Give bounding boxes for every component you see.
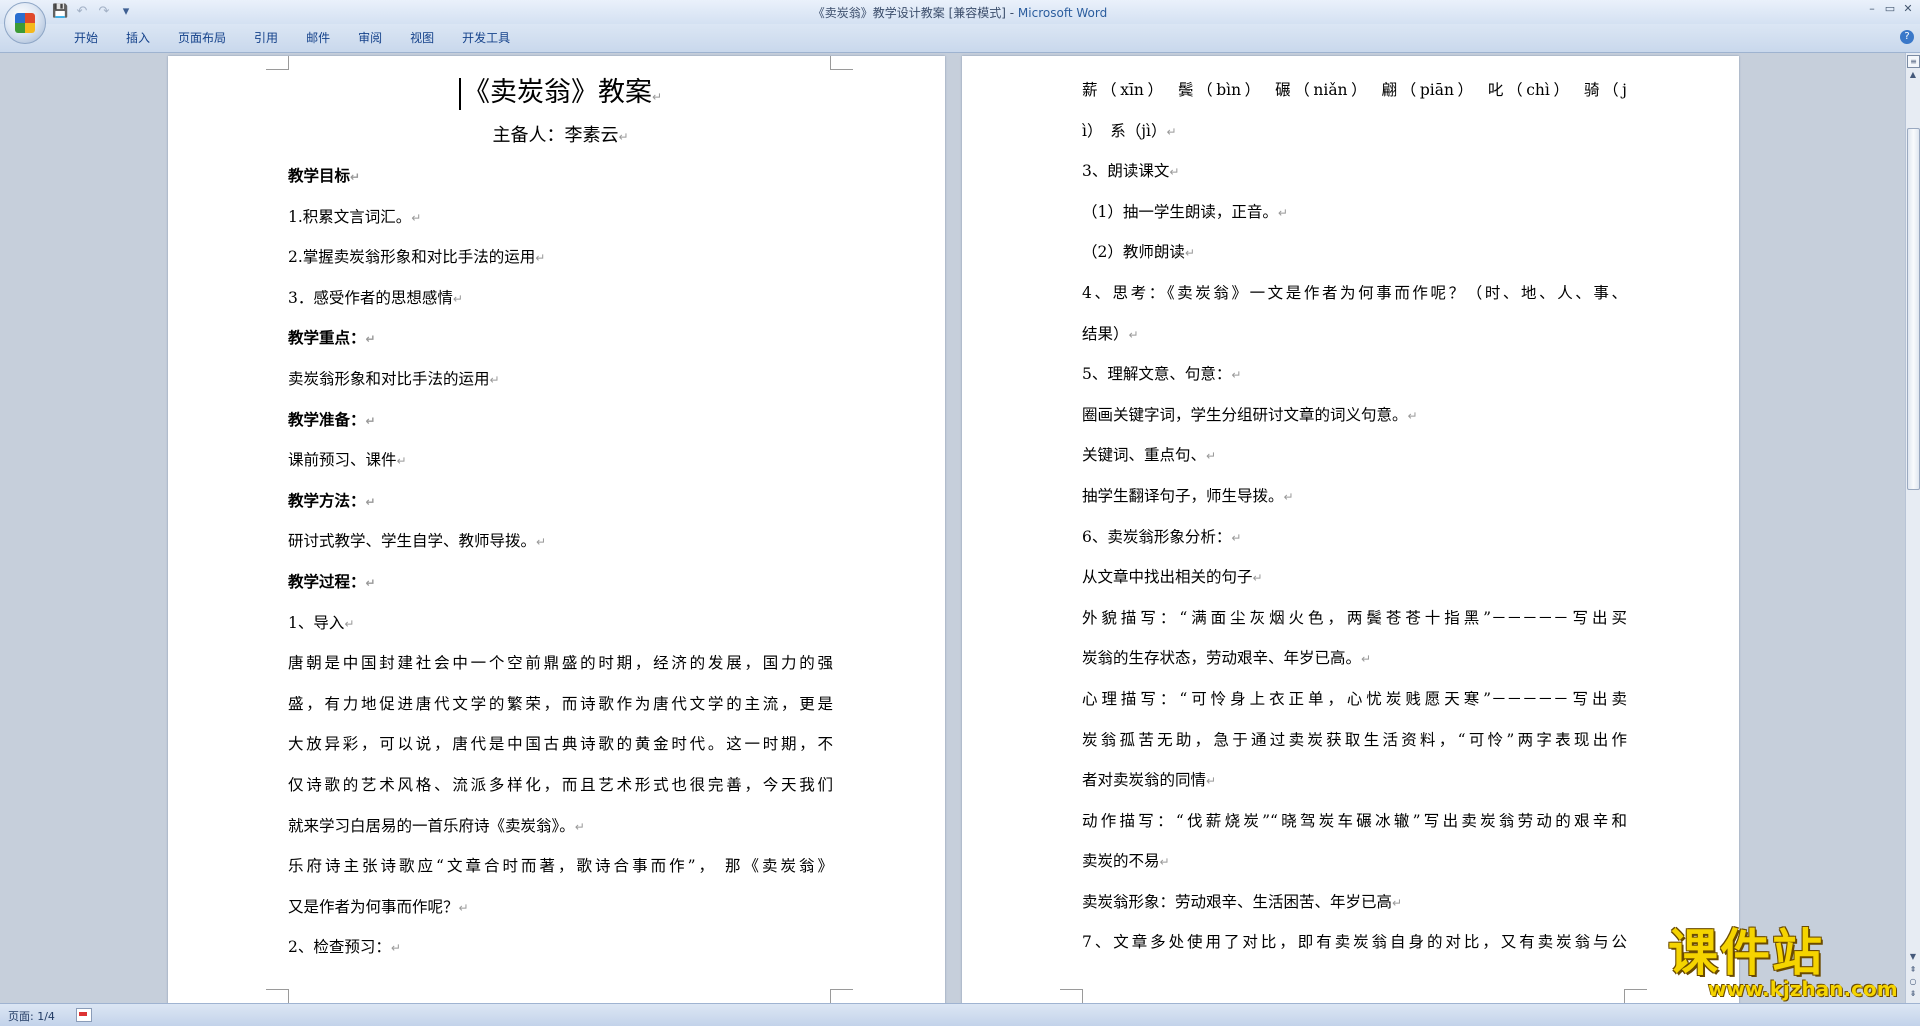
office-logo-icon bbox=[15, 13, 35, 33]
paragraph-line[interactable]: （2）教师朗读↵ bbox=[1082, 232, 1627, 273]
crop-mark bbox=[1060, 989, 1083, 1004]
crop-mark bbox=[266, 56, 289, 70]
page-number-status[interactable]: 页面: 1/4 bbox=[8, 1008, 55, 1024]
page-2-content[interactable]: 薪（xīn） 鬓（bìn） 碾（niǎn） 翩（piān） 叱（chì） 骑（j… bbox=[1082, 70, 1627, 963]
paragraph-line[interactable]: 大放异彩，可以说，唐代是中国古典诗歌的黄金时代。这一时期，不 bbox=[288, 724, 833, 765]
paragraph-line[interactable]: 抽学生翻译句子，师生导拨。↵ bbox=[1082, 476, 1627, 517]
next-page-icon[interactable]: ⇟ bbox=[1908, 989, 1918, 999]
paragraph-line[interactable]: 仅诗歌的艺术风格、流派多样化，而且艺术形式也很完善，今天我们 bbox=[288, 765, 833, 806]
crop-mark bbox=[830, 56, 853, 70]
maximize-button[interactable]: ▭ bbox=[1884, 2, 1896, 15]
status-bar: 页面: 1/4 bbox=[0, 1003, 1920, 1026]
text-cursor bbox=[458, 77, 461, 110]
minimize-button[interactable]: – bbox=[1866, 2, 1878, 15]
office-button[interactable] bbox=[4, 2, 46, 44]
paragraph-line[interactable]: 外貌描写：“满面尘灰烟火色，两鬓苍苍十指黑”－－－－－写出买 bbox=[1082, 598, 1627, 639]
paragraph-line[interactable]: 卖炭翁形象：劳动艰辛、生活困苦、年岁已高↵ bbox=[1082, 882, 1627, 923]
paragraph-line[interactable]: 就来学习白居易的一首乐府诗《卖炭翁》。↵ bbox=[288, 806, 833, 847]
ribbon-tab[interactable]: 页面布局 bbox=[164, 30, 240, 46]
language-icon[interactable] bbox=[76, 1008, 92, 1022]
paragraph-line[interactable]: ì） 系（jì）↵ bbox=[1082, 111, 1627, 152]
watermark-name: 课件站 bbox=[1668, 924, 1824, 982]
watermark-url: www.kjzhan.com bbox=[1708, 977, 1898, 1001]
crop-mark bbox=[830, 989, 853, 1004]
document-author[interactable]: 主备人：李素云↵ bbox=[288, 116, 833, 156]
ribbon-tabs-bar: 开始 插入 页面布局 引用 邮件 审阅 视图 开发工具 ? bbox=[0, 24, 1920, 53]
paragraph-line[interactable]: 3、朗读课文↵ bbox=[1082, 151, 1627, 192]
paragraph-line[interactable]: 4、思考：《卖炭翁》一文是作者为何事而作呢？（时、地、人、事、 bbox=[1082, 273, 1627, 314]
scroll-thumb[interactable] bbox=[1907, 128, 1920, 490]
ribbon-tab[interactable]: 审阅 bbox=[344, 30, 396, 46]
paragraph-line[interactable]: 教学目标↵ bbox=[288, 156, 833, 197]
document-name: 《卖炭翁》教学设计教案 [兼容模式] - bbox=[812, 6, 1018, 20]
paragraph-line[interactable]: 炭翁的生存状态，劳动艰辛、年岁已高。↵ bbox=[1082, 638, 1627, 679]
paragraph-line[interactable]: 心理描写：“可怜身上衣正单，心忧炭贱愿天寒”－－－－－写出卖 bbox=[1082, 679, 1627, 720]
paragraph-line[interactable]: 炭翁孤苦无助，急于通过卖炭获取生活资料，“可怜”两字表现出作 bbox=[1082, 720, 1627, 761]
paragraph-line[interactable]: 7、文章多处使用了对比，即有卖炭翁自身的对比，又有卖炭翁与公 bbox=[1082, 922, 1627, 963]
paragraph-line[interactable]: 2、检查预习：↵ bbox=[288, 927, 833, 968]
paragraph-line[interactable]: （1）抽一学生朗读，正音。↵ bbox=[1082, 192, 1627, 233]
paragraph-line[interactable]: 课前预习、课件↵ bbox=[288, 440, 833, 481]
previous-page-icon[interactable]: ⇞ bbox=[1908, 965, 1918, 975]
window-controls: – ▭ ✕ bbox=[1866, 2, 1914, 15]
paragraph-line[interactable]: 5、理解文意、句意：↵ bbox=[1082, 354, 1627, 395]
paragraph-line[interactable]: 者对卖炭翁的同情↵ bbox=[1082, 760, 1627, 801]
page-1-content[interactable]: 《卖炭翁》教案↵ 主备人：李素云↵ 教学目标↵ 1.积累文言词汇。↵ 2.掌握卖炭翁… bbox=[288, 70, 833, 968]
crop-mark bbox=[1624, 989, 1647, 1004]
paragraph-line[interactable]: 从文章中找出相关的句子↵ bbox=[1082, 557, 1627, 598]
watermark-logo: 课件站 www.kjzhan.com bbox=[1668, 925, 1904, 1001]
paragraph-line[interactable]: 结果）↵ bbox=[1082, 314, 1627, 355]
paragraph-line[interactable]: 薪（xīn） 鬓（bìn） 碾（niǎn） 翩（piān） 叱（chì） 骑（j bbox=[1082, 70, 1627, 111]
close-button[interactable]: ✕ bbox=[1902, 2, 1914, 15]
paragraph-line[interactable]: 动作描写：“伐薪烧炭”“晓驾炭车碾冰辙”写出卖炭翁劳动的艰辛和 bbox=[1082, 801, 1627, 842]
page-2[interactable]: 薪（xīn） 鬓（bìn） 碾（niǎn） 翩（piān） 叱（chì） 骑（j… bbox=[962, 56, 1739, 1006]
paragraph-line[interactable]: 又是作者为何事而作呢？↵ bbox=[288, 887, 833, 928]
paragraph-line[interactable]: 教学重点：↵ bbox=[288, 318, 833, 359]
paragraph-line[interactable]: 卖炭翁形象和对比手法的运用↵ bbox=[288, 359, 833, 400]
ribbon-tab[interactable]: 插入 bbox=[112, 30, 164, 46]
paragraph-line[interactable]: 乐府诗主张诗歌应“文章合时而著，歌诗合事而作”， 那《卖炭翁》 bbox=[288, 846, 833, 887]
document-workspace: 《卖炭翁》教案↵ 主备人：李素云↵ 教学目标↵ 1.积累文言词汇。↵ 2.掌握卖炭翁… bbox=[0, 53, 1906, 1006]
scroll-up-icon[interactable]: ▲ bbox=[1907, 69, 1919, 81]
vertical-scrollbar[interactable]: ≡ ▲ ▼ ⇞ ○ ⇟ bbox=[1905, 53, 1920, 1003]
paragraph-line[interactable]: 圈画关键字词，学生分组研讨文章的词义句意。↵ bbox=[1082, 395, 1627, 436]
select-browse-object-icon[interactable]: ○ bbox=[1908, 977, 1918, 987]
help-icon[interactable]: ? bbox=[1900, 30, 1914, 44]
paragraph-line[interactable]: 关键词、重点句、↵ bbox=[1082, 435, 1627, 476]
app-name: Microsoft Word bbox=[1017, 6, 1108, 20]
paragraph-line[interactable]: 唐朝是中国封建社会中一个空前鼎盛的时期，经济的发展，国力的强 bbox=[288, 643, 833, 684]
paragraph-line[interactable]: 2.掌握卖炭翁形象和对比手法的运用↵ bbox=[288, 237, 833, 278]
page-1[interactable]: 《卖炭翁》教案↵ 主备人：李素云↵ 教学目标↵ 1.积累文言词汇。↵ 2.掌握卖炭翁… bbox=[168, 56, 945, 1006]
paragraph-line[interactable]: 1、导入↵ bbox=[288, 603, 833, 644]
view-ruler-icon[interactable]: ≡ bbox=[1907, 55, 1920, 68]
ribbon-tab[interactable]: 视图 bbox=[396, 30, 448, 46]
paragraph-line[interactable]: 教学过程：↵ bbox=[288, 562, 833, 603]
crop-mark bbox=[266, 989, 289, 1004]
paragraph-line[interactable]: 1.积累文言词汇。↵ bbox=[288, 197, 833, 238]
ribbon-tab[interactable]: 引用 bbox=[240, 30, 292, 46]
ribbon-tab[interactable]: 邮件 bbox=[292, 30, 344, 46]
ribbon-tab[interactable]: 开发工具 bbox=[448, 30, 524, 46]
ribbon-tabs: 开始 插入 页面布局 引用 邮件 审阅 视图 开发工具 bbox=[60, 30, 524, 46]
scroll-down-icon[interactable]: ▼ bbox=[1907, 951, 1919, 963]
paragraph-line[interactable]: 3．感受作者的思想感情↵ bbox=[288, 278, 833, 319]
ribbon-tab[interactable]: 开始 bbox=[60, 30, 112, 46]
document-title[interactable]: 《卖炭翁》教案↵ bbox=[288, 70, 833, 116]
paragraph-line[interactable]: 研讨式教学、学生自学、教师导拨。↵ bbox=[288, 521, 833, 562]
title-bar: 💾 ↶ ↷ ▾ 《卖炭翁》教学设计教案 [兼容模式] - Microsoft W… bbox=[0, 0, 1920, 44]
paragraph-line[interactable]: 教学方法：↵ bbox=[288, 481, 833, 522]
paragraph-line[interactable]: 6、卖炭翁形象分析：↵ bbox=[1082, 517, 1627, 558]
paragraph-line[interactable]: 盛，有力地促进唐代文学的繁荣，而诗歌作为唐代文学的主流，更是 bbox=[288, 684, 833, 725]
paragraph-line[interactable]: 教学准备：↵ bbox=[288, 400, 833, 441]
paragraph-line[interactable]: 卖炭的不易↵ bbox=[1082, 841, 1627, 882]
window-title: 《卖炭翁》教学设计教案 [兼容模式] - Microsoft Word bbox=[0, 4, 1920, 21]
